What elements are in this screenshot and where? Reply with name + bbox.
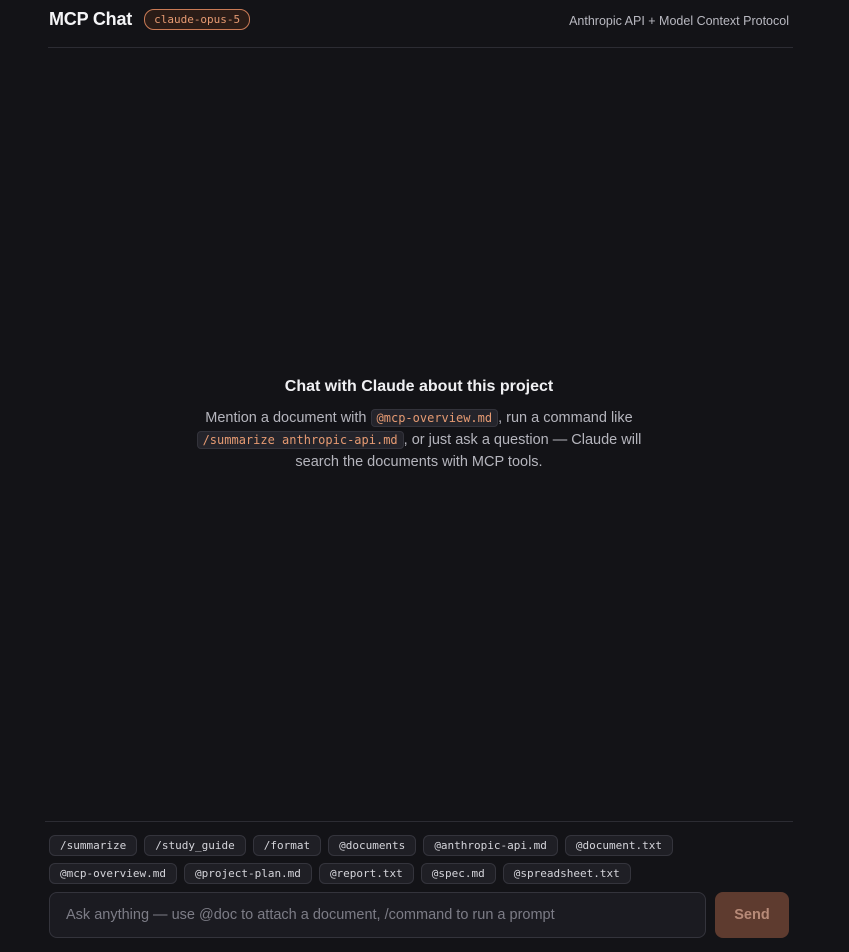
empty-state: Chat with Claude about this project Ment…	[45, 378, 793, 473]
chat-area: Chat with Claude about this project Ment…	[45, 48, 793, 821]
composer-area: /summarize/study_guide/format @documents @…	[45, 821, 793, 952]
app-title: MCP Chat	[49, 8, 133, 29]
message-input-box	[49, 892, 706, 938]
suggestion-chip[interactable]: @report.txt	[318, 863, 414, 884]
composer-row: Send	[49, 892, 789, 938]
example-command-code: /summarize anthropic-api.md	[196, 431, 404, 449]
send-button[interactable]: Send	[715, 892, 789, 938]
model-badge: claude-opus-5	[144, 8, 251, 30]
suggestion-chip[interactable]: @mcp-overview.md	[49, 863, 177, 884]
empty-desc-text-2: , run a command like	[498, 410, 633, 426]
header-left: MCP Chat claude-opus-5	[49, 0, 251, 38]
empty-state-description: Mention a document with @mcp-overview.md…	[189, 407, 649, 473]
suggestion-chip[interactable]: @spec.md	[420, 863, 496, 884]
suggestion-chip[interactable]: @spreadsheet.txt	[502, 863, 631, 884]
message-input[interactable]	[64, 906, 691, 924]
suggestion-chip[interactable]: @anthropic-api.md	[423, 835, 558, 856]
app-window: MCP Chat claude-opus-5 Anthropic API + M…	[0, 0, 849, 952]
example-mention-code: @mcp-overview.md	[370, 409, 499, 427]
suggestion-chip[interactable]: @project-plan.md	[183, 863, 312, 884]
header: MCP Chat claude-opus-5 Anthropic API + M…	[48, 0, 793, 48]
suggestion-chip[interactable]: /format	[252, 835, 322, 856]
header-subtitle: Anthropic API + Model Context Protocol	[569, 13, 789, 28]
suggestion-chips: /summarize/study_guide/format @documents @…	[49, 835, 689, 884]
empty-state-title: Chat with Claude about this project	[284, 378, 554, 395]
suggestion-chip[interactable]: /summarize	[49, 835, 138, 856]
suggestion-chip[interactable]: @documents	[328, 835, 417, 856]
suggestion-chip[interactable]: @document.txt	[564, 835, 673, 856]
suggestion-chip[interactable]: /study_guide	[144, 835, 246, 856]
empty-desc-text-1: Mention a document with	[205, 410, 371, 426]
